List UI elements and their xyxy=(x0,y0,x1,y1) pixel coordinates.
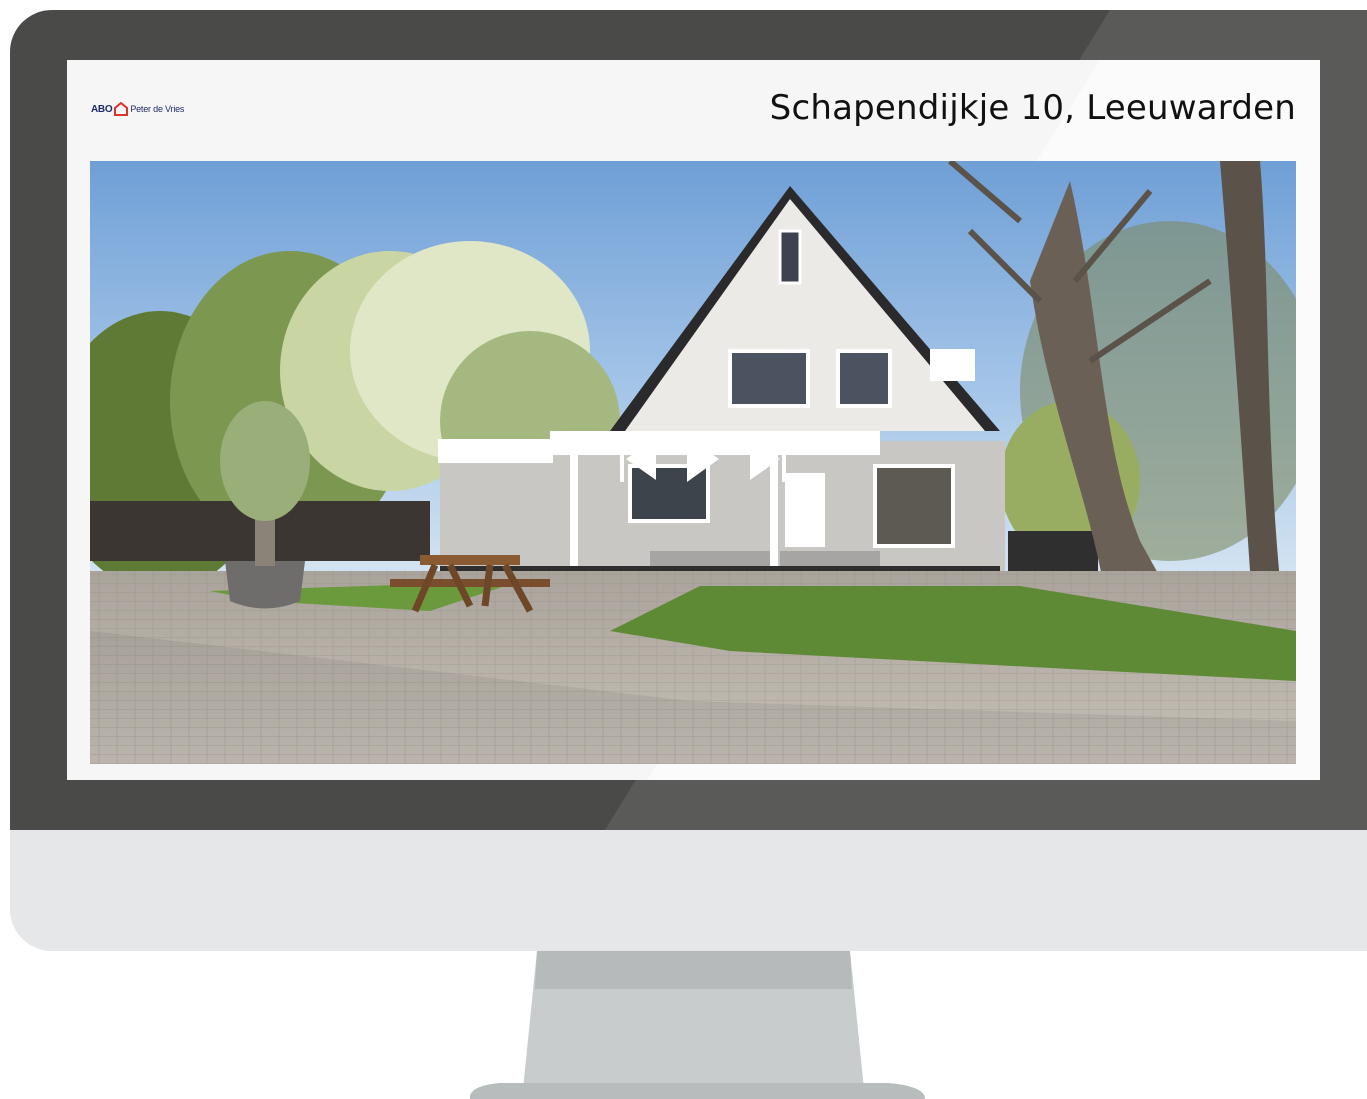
logo-brand: ABO xyxy=(91,103,113,115)
next-icon[interactable] xyxy=(746,436,788,482)
play-icon[interactable] xyxy=(685,434,721,484)
company-logo[interactable]: ABO Peter de Vries xyxy=(91,98,184,120)
previous-icon[interactable] xyxy=(618,436,660,482)
logo-name: Peter de Vries xyxy=(130,104,185,114)
slideshow-controls xyxy=(618,434,788,484)
listing-title: Schapendijkje 10, Leeuwarden xyxy=(769,88,1296,128)
monitor-chin xyxy=(10,830,1367,951)
house-icon xyxy=(114,102,129,116)
property-photo xyxy=(90,161,1296,764)
screen: ABO Peter de Vries Schapendijkje 10, Lee… xyxy=(67,60,1320,780)
monitor-stand xyxy=(469,951,925,1099)
